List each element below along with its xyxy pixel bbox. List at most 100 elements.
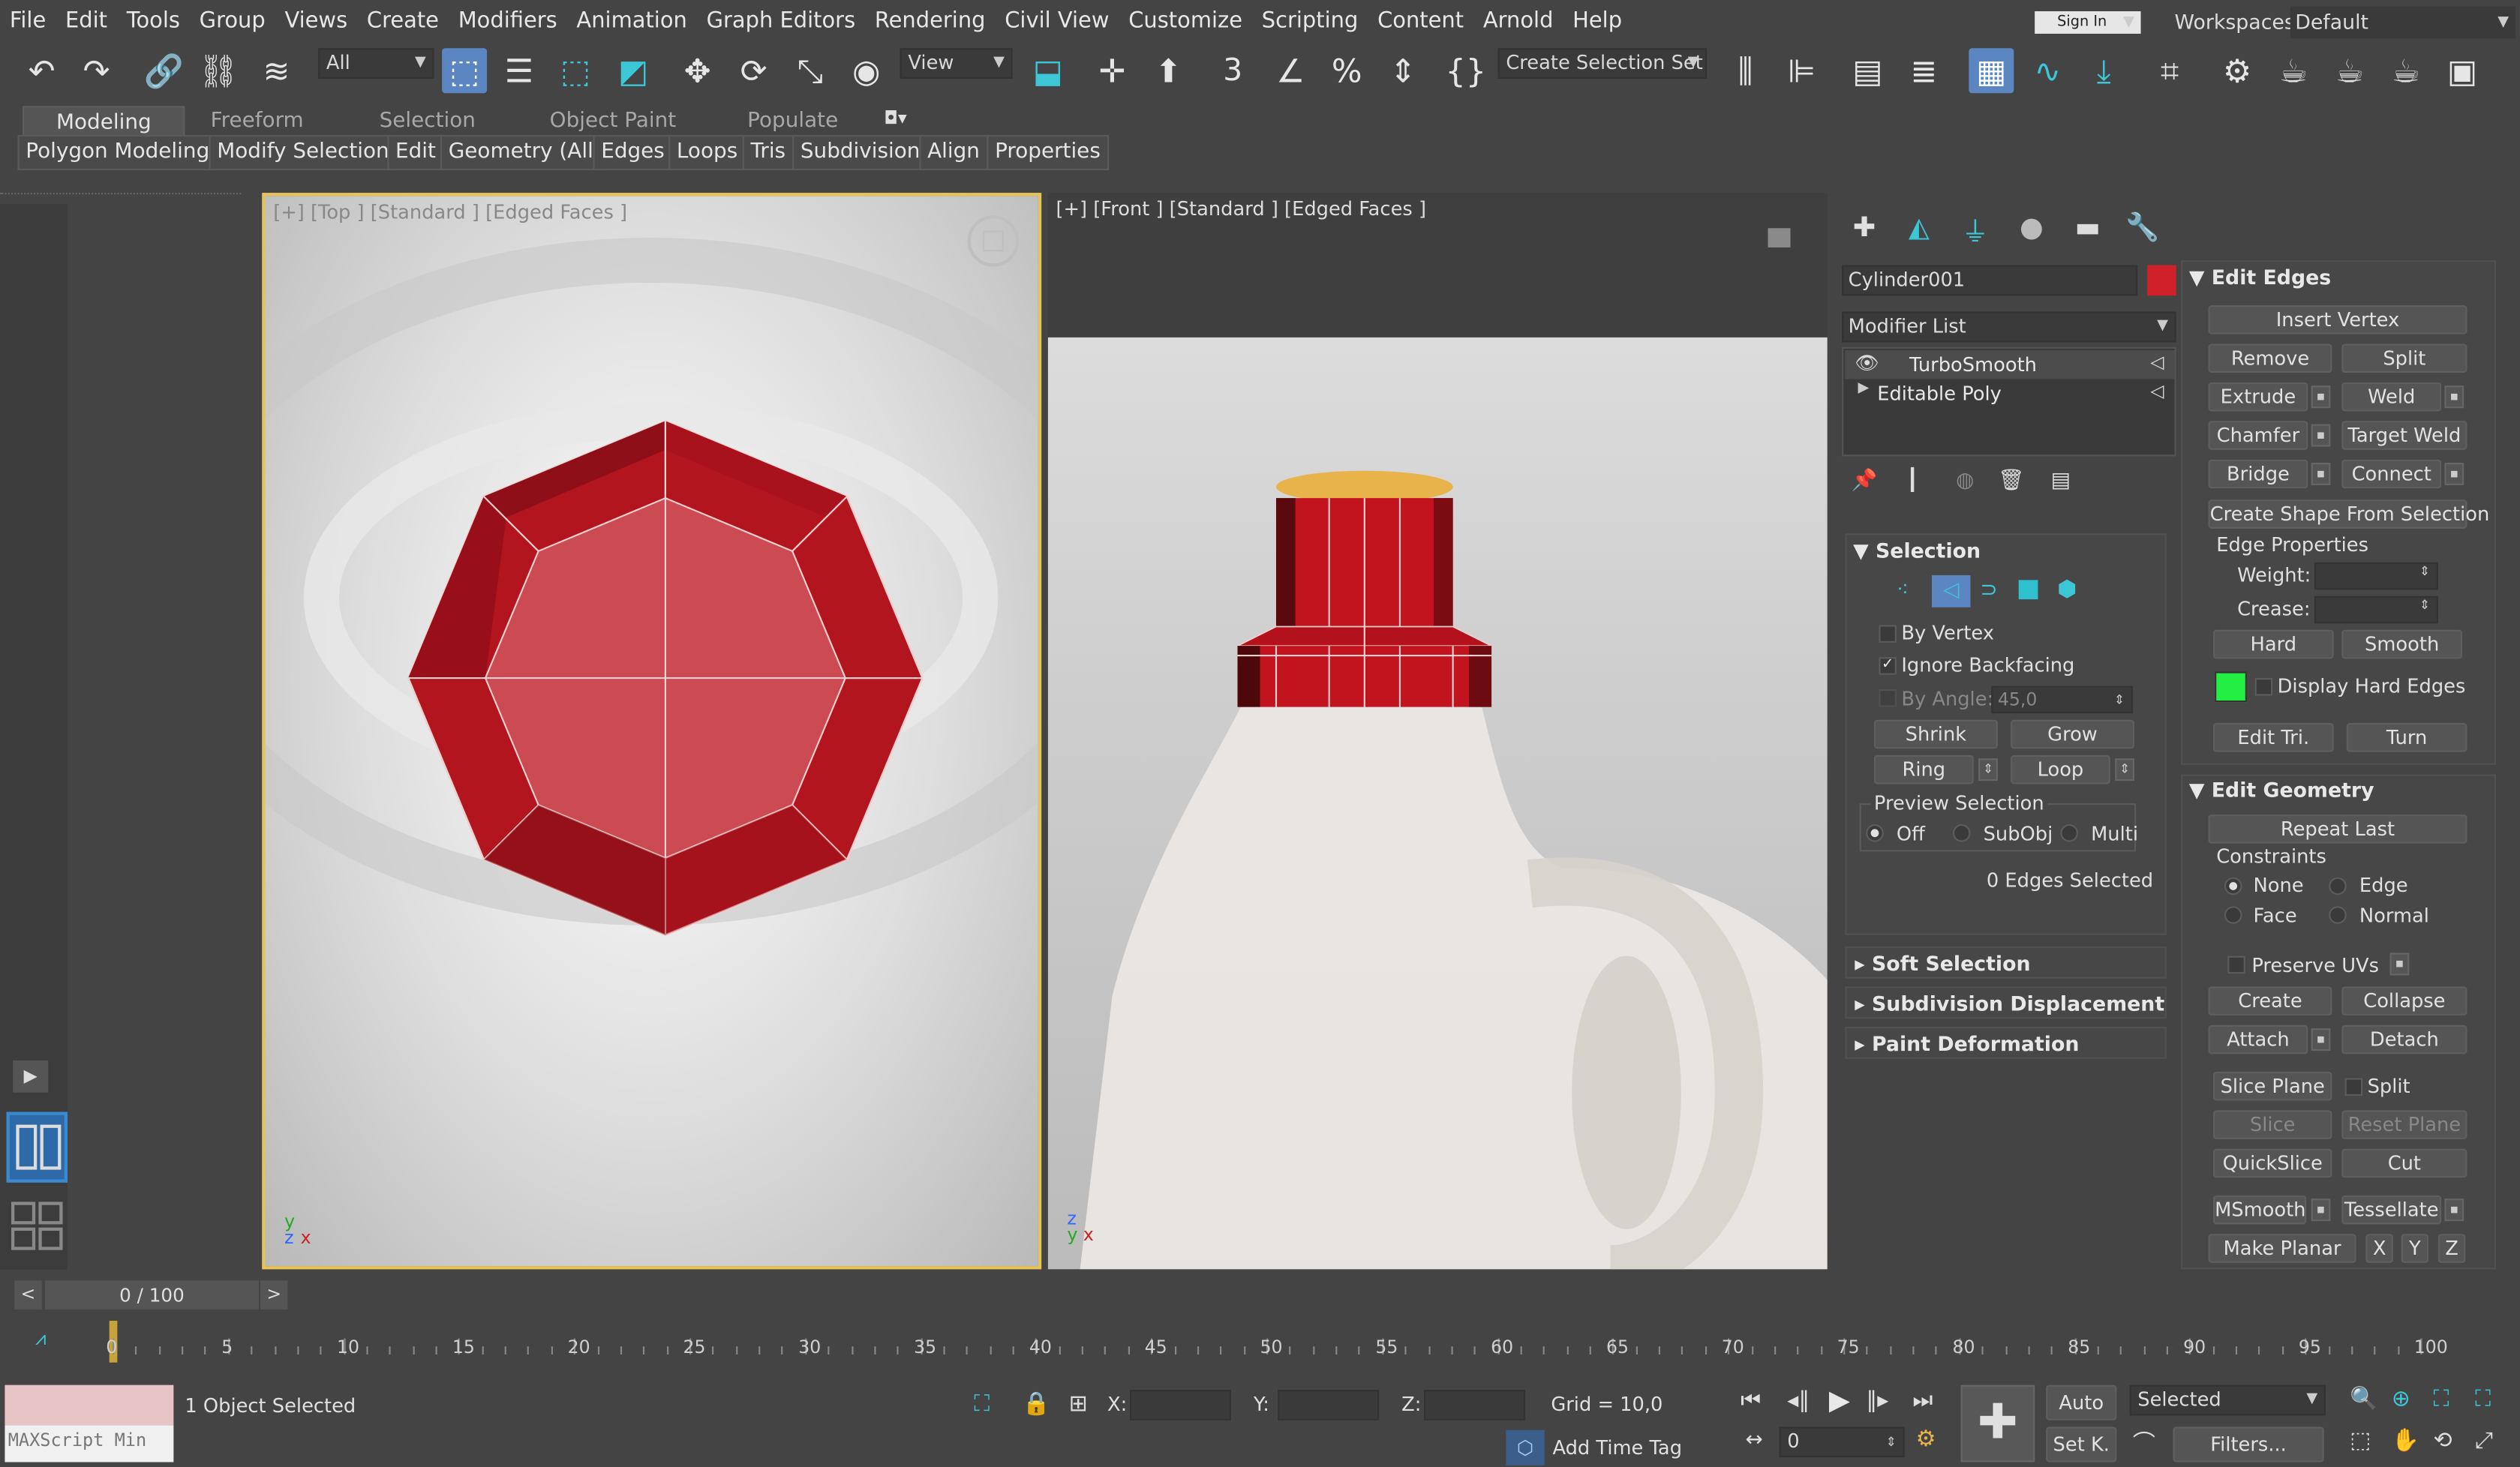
schematic-view-icon[interactable]: ⤓ xyxy=(2081,48,2126,93)
isolate-selection-icon[interactable]: ⛶ xyxy=(974,1391,990,1417)
quickslice-button[interactable]: QuickSlice xyxy=(2212,1148,2332,1178)
detach-button[interactable]: Detach xyxy=(2341,1024,2467,1054)
pan-icon[interactable]: ✋ xyxy=(2392,1429,2419,1454)
preserve-uvs-checkbox[interactable] xyxy=(2227,956,2245,974)
redo-icon[interactable]: ↷ xyxy=(74,48,119,93)
window-crossing-icon[interactable]: ◩ xyxy=(611,48,656,93)
msmooth-button[interactable]: MSmooth xyxy=(2212,1195,2307,1225)
snaps-toggle-icon[interactable]: 3 xyxy=(1210,48,1255,93)
extrude-button[interactable]: Extrude xyxy=(2208,382,2308,412)
menu-help[interactable]: Help xyxy=(1563,0,1632,42)
key-mode-icon[interactable]: ↔ xyxy=(1746,1429,1763,1453)
create-tab-icon[interactable]: ✚ xyxy=(1845,208,1883,247)
tab-object-paint[interactable]: Object Paint xyxy=(550,106,677,138)
menu-content[interactable]: Content xyxy=(1368,0,1473,42)
weld-button[interactable]: Weld xyxy=(2341,382,2442,412)
render-frame-window-icon[interactable]: ▣ xyxy=(2440,48,2485,93)
panel-loops[interactable]: Loops xyxy=(668,134,746,171)
hard-edge-color-swatch[interactable] xyxy=(2215,671,2247,703)
field-of-view-icon[interactable]: ⬚ xyxy=(2350,1429,2371,1454)
undo-icon[interactable]: ↶ xyxy=(20,48,65,93)
preview-off-radio[interactable] xyxy=(1866,824,1884,842)
pivot-center-icon[interactable]: ⬓ xyxy=(1026,48,1071,93)
collapse-button[interactable]: Collapse xyxy=(2341,986,2467,1016)
render-production-icon[interactable]: ☕ xyxy=(2327,48,2372,93)
menu-graph-editors[interactable]: Graph Editors xyxy=(697,0,865,42)
render-iterative-icon[interactable]: ☕ xyxy=(2383,48,2428,93)
selection-filter-dropdown[interactable]: All ▼ xyxy=(318,48,434,79)
edit-edges-title[interactable]: ▼ Edit Edges xyxy=(2189,265,2331,289)
time-tag-icon[interactable]: ⬡ xyxy=(1506,1430,1545,1466)
spinner-arrows-icon[interactable]: ⇕ xyxy=(2419,564,2430,578)
menu-file[interactable]: File xyxy=(0,0,56,42)
set-key-icon[interactable]: ✚ xyxy=(1960,1384,2035,1462)
by-vertex-checkbox[interactable] xyxy=(1879,625,1897,643)
edit-named-selection-icon[interactable]: {} xyxy=(1443,48,1488,93)
stack-item-turbosmooth[interactable]: 👁 TurboSmooth ◁ xyxy=(1845,350,2175,380)
extrude-settings-icon[interactable]: ▪ xyxy=(2311,386,2331,409)
rendered-frame-icon[interactable]: ☕ xyxy=(2271,48,2316,93)
planar-y-button[interactable]: Y xyxy=(2401,1234,2429,1263)
edit-geometry-title[interactable]: ▼ Edit Geometry xyxy=(2189,778,2374,802)
z-coordinate-field[interactable] xyxy=(1424,1390,1526,1420)
layout-four-viewports-icon[interactable] xyxy=(7,1196,68,1260)
configure-icon[interactable]: ◁ xyxy=(2150,352,2164,373)
motion-tab-icon[interactable]: ● xyxy=(2012,208,2050,247)
edge-mode-icon[interactable]: ◁ xyxy=(1932,574,1971,608)
show-end-result-icon[interactable]: ┃ xyxy=(1906,470,1919,494)
zoom-all-icon[interactable]: ⊕ xyxy=(2392,1387,2410,1412)
go-to-end-icon[interactable]: ⏭ xyxy=(1912,1388,1933,1414)
ribbon-toggle-icon[interactable]: ▦ xyxy=(1969,48,2014,94)
constraint-normal-radio[interactable] xyxy=(2329,906,2347,924)
smooth-button[interactable]: Smooth xyxy=(2341,629,2463,659)
tab-modeling[interactable]: Modeling xyxy=(22,106,185,139)
constraint-edge-radio[interactable] xyxy=(2329,877,2347,896)
modify-tab-icon[interactable]: ◭ xyxy=(1900,208,1938,247)
rectangular-selection-icon[interactable]: ⬚ xyxy=(553,48,598,93)
preview-subobj-radio[interactable] xyxy=(1952,824,1971,842)
reset-plane-button[interactable]: Reset Plane xyxy=(2341,1110,2467,1139)
tessellate-button[interactable]: Tessellate xyxy=(2341,1195,2442,1225)
maximize-viewport-icon[interactable]: ⤢ xyxy=(2475,1429,2493,1454)
select-by-name-icon[interactable]: ☰ xyxy=(497,48,542,93)
edit-tri-button[interactable]: Edit Tri. xyxy=(2212,723,2334,752)
tab-populate[interactable]: Populate xyxy=(747,106,838,138)
stack-item-editable-poly[interactable]: ▶ Editable Poly ◁ xyxy=(1845,380,2174,409)
utilities-tab-icon[interactable]: 🔧 xyxy=(2123,208,2161,247)
menu-tools[interactable]: Tools xyxy=(117,0,190,42)
panel-modify-selection[interactable]: Modify Selection xyxy=(209,134,398,171)
preview-multi-radio[interactable] xyxy=(2060,824,2078,842)
select-object-icon[interactable]: ⬚ xyxy=(442,48,488,94)
make-unique-icon[interactable]: ◍ xyxy=(1956,470,1974,494)
pin-stack-icon[interactable]: 📌 xyxy=(1852,470,1878,494)
loop-spinner-icon[interactable]: ⇕ xyxy=(2115,758,2134,782)
orbit-icon[interactable]: ⟲ xyxy=(2433,1429,2452,1454)
menu-arnold[interactable]: Arnold xyxy=(1473,0,1563,42)
render-setup-icon[interactable]: ⚙ xyxy=(2215,48,2260,93)
chamfer-settings-icon[interactable]: ▪ xyxy=(2311,424,2331,447)
current-frame-field[interactable]: 0 ⇕ xyxy=(1779,1426,1905,1458)
key-tangent-icon[interactable]: ⌒ xyxy=(2133,1426,2155,1459)
bridge-settings-icon[interactable]: ▪ xyxy=(2311,462,2331,485)
ring-spinner-icon[interactable]: ⇕ xyxy=(1978,758,1998,782)
panel-geometry-all[interactable]: Geometry (All) xyxy=(440,134,610,171)
key-filter-dropdown[interactable]: Selected ▼ xyxy=(2129,1384,2326,1416)
display-hard-edges-checkbox[interactable] xyxy=(2254,678,2273,696)
subdivision-displacement-rollout[interactable]: ▸ Subdivision Displacement xyxy=(1845,986,2167,1019)
by-angle-checkbox[interactable] xyxy=(1879,689,1897,707)
panel-tris[interactable]: Tris xyxy=(742,134,794,171)
spinner-arrows-icon[interactable]: ⇕ xyxy=(2114,688,2125,712)
add-time-tag-label[interactable]: Add Time Tag xyxy=(1552,1436,1682,1459)
menu-views[interactable]: Views xyxy=(275,0,357,42)
place-icon[interactable]: ◉ xyxy=(844,48,889,93)
create-shape-button[interactable]: Create Shape From Selection xyxy=(2208,500,2489,529)
vertex-mode-icon[interactable]: ⁖ xyxy=(1897,578,1909,602)
ribbon-options-icon[interactable]: ◘▾ xyxy=(884,108,906,129)
attach-button[interactable]: Attach xyxy=(2208,1024,2308,1054)
expand-icon[interactable]: ▶ xyxy=(13,1060,49,1093)
scale-icon[interactable]: ⤡ xyxy=(788,48,833,93)
signin-dropdown[interactable]: Sign In ▼ xyxy=(2035,10,2141,34)
panel-edit[interactable]: Edit xyxy=(387,134,444,171)
split-button[interactable]: Split xyxy=(2341,344,2467,374)
next-frame-icon[interactable]: ∥▸ xyxy=(1866,1388,1888,1414)
